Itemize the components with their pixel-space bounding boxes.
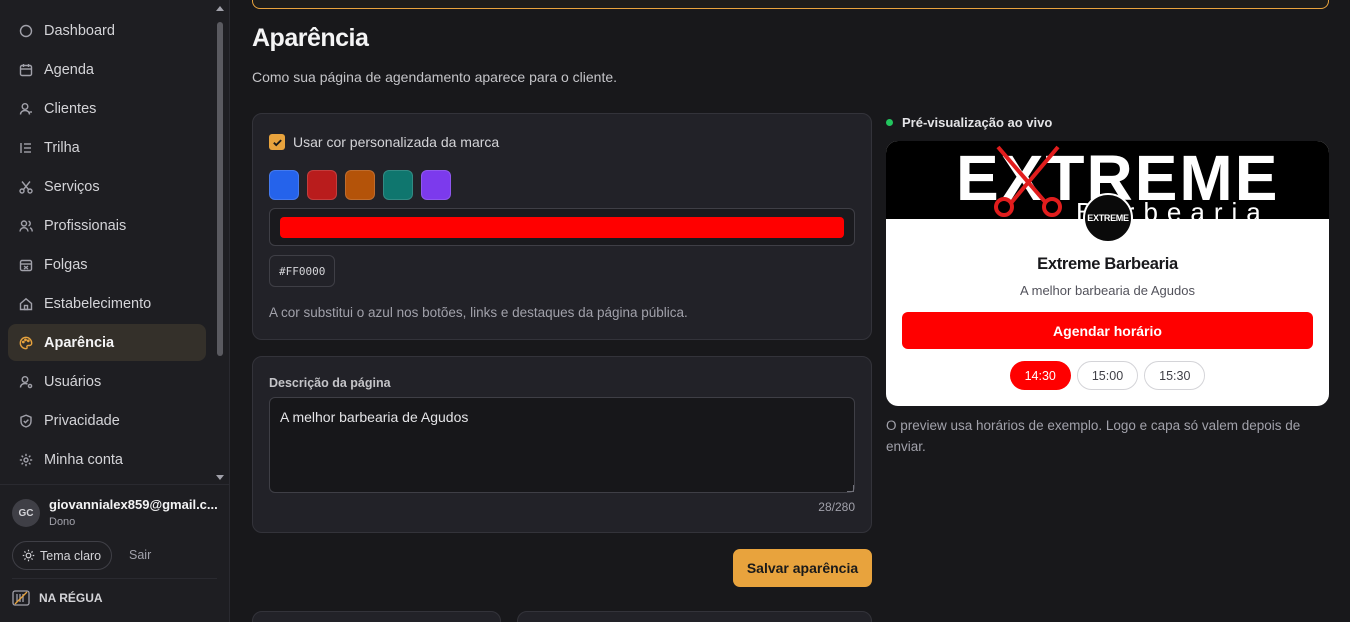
brand-mark-icon — [12, 590, 30, 606]
sidebar-item-label: Minha conta — [44, 451, 123, 468]
sun-icon — [22, 549, 35, 562]
live-dot-icon — [886, 119, 893, 126]
sidebar-item-usuarios[interactable]: Usuários — [8, 363, 206, 400]
sidebar-item-label: Serviços — [44, 178, 100, 195]
user-email: giovannialex859@gmail.c... — [49, 497, 218, 512]
shield-icon — [19, 413, 33, 428]
sidebar-item-label: Dashboard — [44, 22, 115, 39]
list-icon — [19, 141, 33, 155]
swatch-orange[interactable] — [345, 170, 375, 200]
divider — [12, 578, 217, 579]
sidebar-item-aparencia[interactable]: Aparência — [8, 324, 206, 361]
custom-color-checkbox-row[interactable]: Usar cor personalizada da marca — [269, 134, 499, 150]
sidebar-item-folgas[interactable]: Folgas — [8, 246, 206, 283]
sidebar: Dashboard Agenda Clientes Trilha Serviço… — [0, 0, 230, 622]
hex-value-field[interactable]: #FF0000 — [269, 255, 336, 287]
sidebar-item-estabelecimento[interactable]: Estabelecimento — [8, 285, 206, 322]
swatch-red[interactable] — [307, 170, 337, 200]
time-slot[interactable]: 15:00 — [1076, 361, 1139, 390]
sidebar-item-label: Trilha — [44, 139, 80, 156]
sidebar-item-agenda[interactable]: Agenda — [8, 51, 206, 88]
brand-color-card: Usar cor personalizada da marca #FF0000 … — [252, 113, 872, 340]
sidebar-item-label: Aparência — [44, 334, 115, 351]
sidebar-nav: Dashboard Agenda Clientes Trilha Serviço… — [8, 12, 206, 480]
sidebar-item-clientes[interactable]: Clientes — [8, 90, 206, 127]
settings-icon — [19, 453, 33, 467]
user-role: Dono — [49, 516, 76, 528]
description-counter: 28/280 — [818, 500, 855, 514]
live-preview: EXTREME Barbearia EXTREME Extreme Barbea… — [886, 141, 1329, 406]
sidebar-item-label: Agenda — [44, 61, 94, 78]
shop-tagline: A melhor barbearia de Agudos — [1020, 283, 1195, 298]
scroll-up-icon[interactable] — [216, 6, 224, 11]
scroll-thumb[interactable] — [217, 22, 223, 356]
theme-toggle-button[interactable]: Tema claro — [12, 541, 113, 570]
user-block: GC giovannialex859@gmail.c... Dono Tema … — [0, 484, 230, 606]
sidebar-scrollbar[interactable] — [215, 4, 226, 482]
time-slot[interactable]: 15:30 — [1144, 361, 1206, 390]
preview-note: O preview usa horários de exemplo. Logo … — [886, 418, 1301, 454]
check-icon — [272, 138, 282, 146]
circle-icon — [19, 24, 33, 38]
scroll-down-icon[interactable] — [216, 475, 224, 480]
notice-banner — [252, 0, 1329, 9]
preview-header: Pré-visualização ao vivo — [886, 115, 1052, 130]
save-appearance-button[interactable]: Salvar aparência — [733, 549, 872, 587]
preview-header-label: Pré-visualização ao vivo — [902, 115, 1053, 130]
scissors-icon — [994, 145, 1062, 217]
palette-icon — [19, 336, 33, 350]
custom-color-checkbox[interactable] — [269, 134, 285, 150]
swatch-purple[interactable] — [421, 170, 451, 200]
next-card — [252, 611, 501, 622]
sidebar-item-profissionais[interactable]: Profissionais — [8, 207, 206, 244]
sidebar-item-label: Estabelecimento — [44, 295, 152, 312]
user-cog-icon — [19, 375, 33, 389]
shop-name: Extreme Barbearia — [1037, 255, 1178, 273]
swatch-teal[interactable] — [383, 170, 413, 200]
sidebar-item-minha-conta[interactable]: Minha conta — [8, 441, 206, 478]
brand-logo: NA RÉGUA — [12, 589, 103, 607]
users-icon — [19, 219, 33, 233]
page-subtitle: Como sua página de agendamento aparece p… — [252, 69, 618, 85]
sidebar-item-privacidade[interactable]: Privacidade — [8, 402, 206, 439]
sidebar-item-label: Profissionais — [44, 217, 127, 234]
calendar-off-icon — [19, 258, 33, 272]
user-icon — [19, 102, 33, 116]
sidebar-item-label: Folgas — [44, 256, 88, 273]
brand-name: NA RÉGUA — [39, 591, 103, 605]
book-button[interactable]: Agendar horário — [902, 312, 1313, 349]
color-picker-fill — [280, 217, 844, 238]
color-swatches — [269, 170, 459, 200]
swatch-blue[interactable] — [269, 170, 299, 200]
sidebar-item-trilha[interactable]: Trilha — [8, 129, 206, 166]
scissors-icon — [19, 180, 33, 194]
next-card — [517, 611, 872, 622]
calendar-icon — [19, 63, 33, 77]
logo-text: EXTREME — [1087, 213, 1129, 223]
sidebar-item-label: Privacidade — [44, 412, 120, 429]
description-card: Descrição da página A melhor barbearia d… — [252, 356, 872, 533]
sidebar-item-servicos[interactable]: Serviços — [8, 168, 206, 205]
theme-toggle-label: Tema claro — [40, 548, 102, 563]
home-icon — [19, 297, 33, 311]
time-slot[interactable]: 14:30 — [1009, 361, 1071, 390]
sidebar-item-dashboard[interactable]: Dashboard — [8, 12, 206, 49]
logout-link[interactable]: Sair — [129, 548, 151, 562]
description-label: Descrição da página — [269, 376, 391, 390]
resize-handle[interactable] — [847, 485, 854, 492]
description-textarea[interactable]: A melhor barbearia de Agudos — [269, 397, 855, 493]
color-help-text: A cor substitui o azul nos botões, links… — [269, 305, 688, 320]
sidebar-item-label: Clientes — [44, 100, 97, 117]
time-slots: 14:30 15:00 15:30 — [886, 361, 1329, 390]
custom-color-label: Usar cor personalizada da marca — [293, 134, 500, 150]
sidebar-item-label: Usuários — [44, 373, 102, 390]
page-title: Aparência — [252, 24, 369, 52]
color-picker-input[interactable] — [269, 208, 855, 246]
shop-logo: EXTREME — [1083, 193, 1133, 243]
avatar[interactable]: GC — [12, 499, 40, 527]
